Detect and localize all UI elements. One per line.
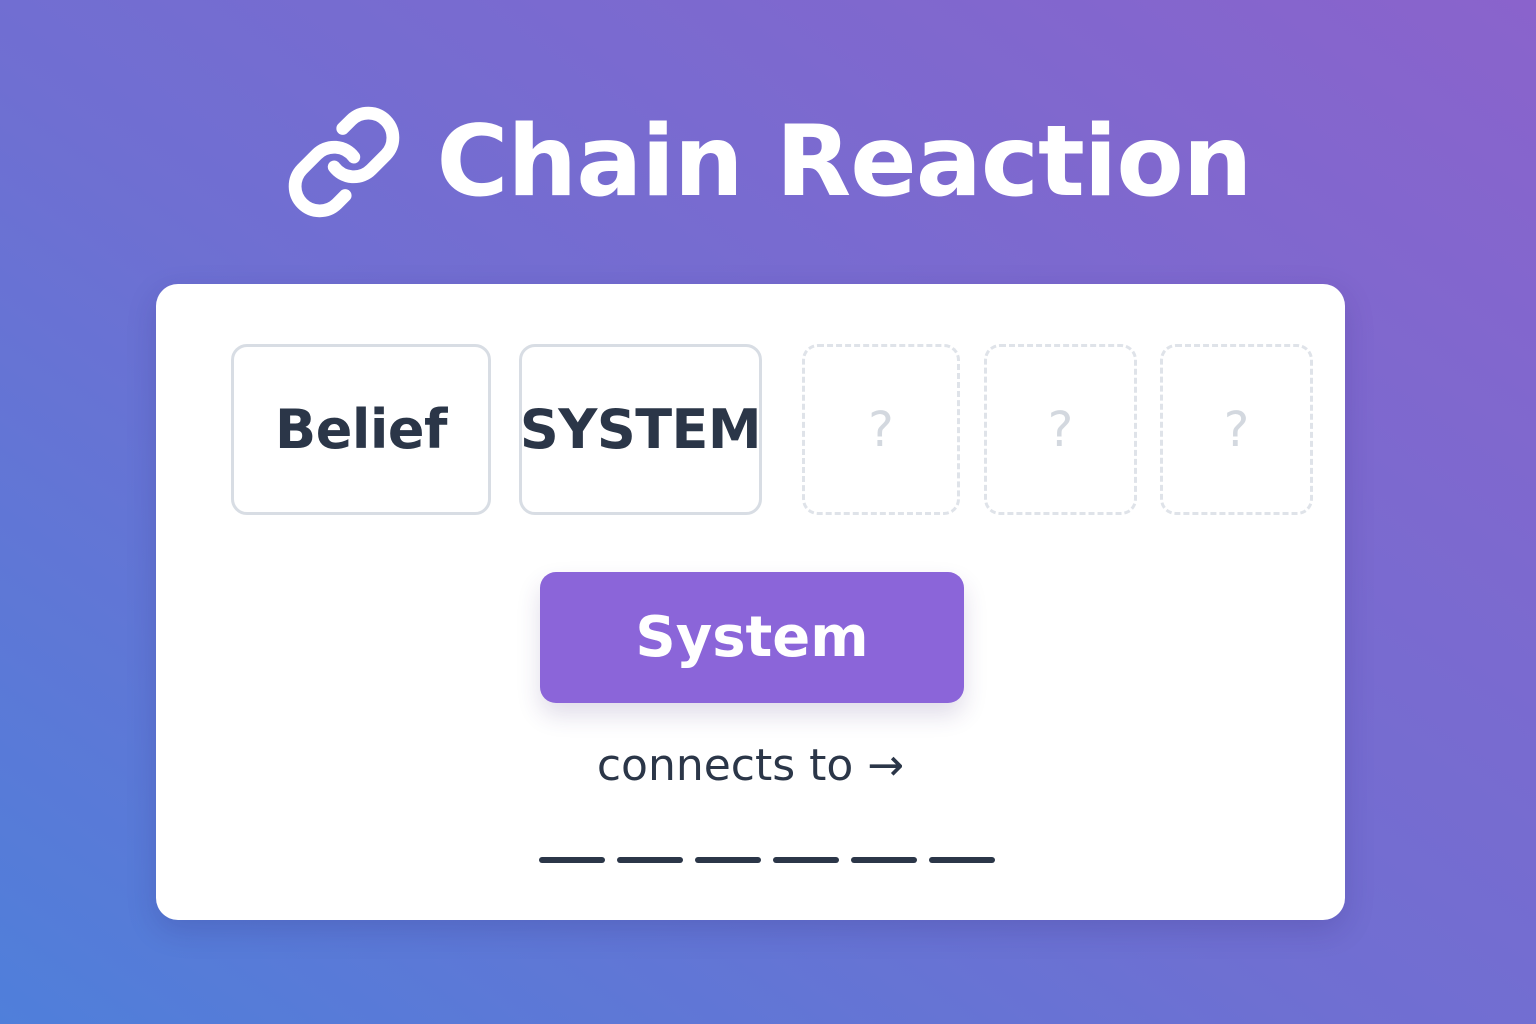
chain-tile-3-hidden: ? <box>802 344 960 515</box>
link-icon <box>288 106 399 218</box>
hidden-word-placeholder: ? <box>1047 401 1074 458</box>
page-title: Chain Reaction <box>436 105 1253 219</box>
current-word-label: System <box>635 605 869 670</box>
chain-tile-2: SYSTEM <box>519 344 762 515</box>
hidden-word-placeholder: ? <box>868 401 894 458</box>
answer-blanks[interactable] <box>539 857 995 863</box>
hidden-word-placeholder: ? <box>1223 401 1250 458</box>
chain-tile-4-hidden: ? <box>984 344 1137 515</box>
answer-blank <box>851 857 917 863</box>
answer-blank <box>929 857 995 863</box>
chain-tile-5-hidden: ? <box>1160 344 1313 515</box>
header: Chain Reaction <box>0 92 1536 232</box>
answer-blank <box>617 857 683 863</box>
chain-tile-1: Belief <box>231 344 491 515</box>
current-word-button[interactable]: System <box>540 572 964 703</box>
chain-tile-word: SYSTEM <box>519 398 762 461</box>
answer-blank <box>695 857 761 863</box>
chain-tile-word: Belief <box>275 398 447 461</box>
answer-blank <box>773 857 839 863</box>
answer-blank <box>539 857 605 863</box>
connects-to-label: connects to → <box>596 740 905 791</box>
game-card: Belief SYSTEM ? ? ? System connects to → <box>156 284 1345 920</box>
